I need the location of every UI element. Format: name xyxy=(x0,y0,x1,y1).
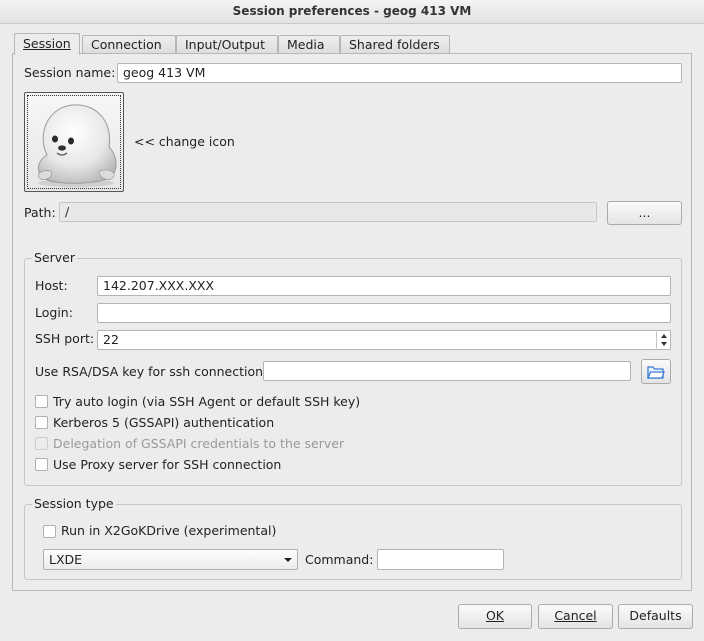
tab-input-output-label: Input/Output xyxy=(185,37,265,52)
command-field[interactable] xyxy=(377,549,504,570)
folder-open-icon xyxy=(647,366,665,379)
change-icon-button[interactable] xyxy=(24,92,124,192)
gssapi-delegation-label: Delegation of GSSAPI credentials to the … xyxy=(53,436,345,451)
rsa-key-field[interactable] xyxy=(263,361,631,381)
tab-connection[interactable]: Connection xyxy=(82,35,176,54)
ok-button[interactable]: OK xyxy=(458,604,532,629)
kerberos-label: Kerberos 5 (GSSAPI) authentication xyxy=(53,415,275,430)
proxy-server-checkbox[interactable] xyxy=(35,458,48,471)
auto-login-label: Try auto login (via SSH Agent or default… xyxy=(53,394,361,409)
browse-path-button[interactable]: ... xyxy=(607,201,682,225)
defaults-button[interactable]: Defaults xyxy=(618,604,693,629)
cancel-button-label: Cancel xyxy=(554,608,597,623)
tab-shared-folders-label: Shared folders xyxy=(349,37,440,52)
tab-session[interactable]: Session xyxy=(14,33,80,55)
session-type-value: LXDE xyxy=(49,552,83,567)
tab-shared-folders[interactable]: Shared folders xyxy=(340,35,450,54)
login-label: Login: xyxy=(35,305,73,320)
host-label: Host: xyxy=(35,278,68,293)
ssh-port-spin-buttons[interactable] xyxy=(656,330,670,350)
browse-key-button[interactable] xyxy=(641,359,671,384)
session-type-select[interactable]: LXDE xyxy=(43,549,298,570)
rsa-key-label: Use RSA/DSA key for ssh connection: xyxy=(35,364,268,379)
session-name-field[interactable]: geog 413 VM xyxy=(117,63,682,83)
spin-arrows-icon xyxy=(661,334,667,346)
change-icon-label: << change icon xyxy=(134,134,235,149)
tab-connection-label: Connection xyxy=(91,37,162,52)
kerberos-checkbox[interactable] xyxy=(35,416,48,429)
tab-media[interactable]: Media xyxy=(278,35,340,54)
proxy-server-label: Use Proxy server for SSH connection xyxy=(53,457,282,472)
path-field[interactable]: / xyxy=(59,202,597,222)
cancel-button[interactable]: Cancel xyxy=(538,604,613,629)
server-group-title: Server xyxy=(32,250,77,265)
tab-media-label: Media xyxy=(287,37,325,52)
host-field[interactable]: 142.207.XXX.XXX xyxy=(97,276,671,296)
session-type-group-title: Session type xyxy=(32,496,116,511)
chevron-down-icon xyxy=(284,558,292,562)
command-label: Command: xyxy=(305,552,374,567)
ssh-port-stepper[interactable]: 22 xyxy=(97,330,671,350)
login-field[interactable] xyxy=(97,303,671,323)
seal-icon xyxy=(38,104,117,187)
kdrive-checkbox[interactable] xyxy=(43,525,56,538)
tab-session-label: Session xyxy=(23,36,71,51)
ssh-port-label: SSH port: xyxy=(35,331,95,346)
tab-input-output[interactable]: Input/Output xyxy=(176,35,278,54)
auto-login-checkbox[interactable] xyxy=(35,395,48,408)
path-label: Path: xyxy=(24,205,56,220)
session-name-label: Session name: xyxy=(24,65,116,80)
window-title: Session preferences - geog 413 VM xyxy=(0,0,704,24)
gssapi-delegation-checkbox[interactable] xyxy=(35,437,48,450)
ok-button-label: OK xyxy=(485,608,505,623)
kdrive-label: Run in X2GoKDrive (experimental) xyxy=(61,523,277,538)
